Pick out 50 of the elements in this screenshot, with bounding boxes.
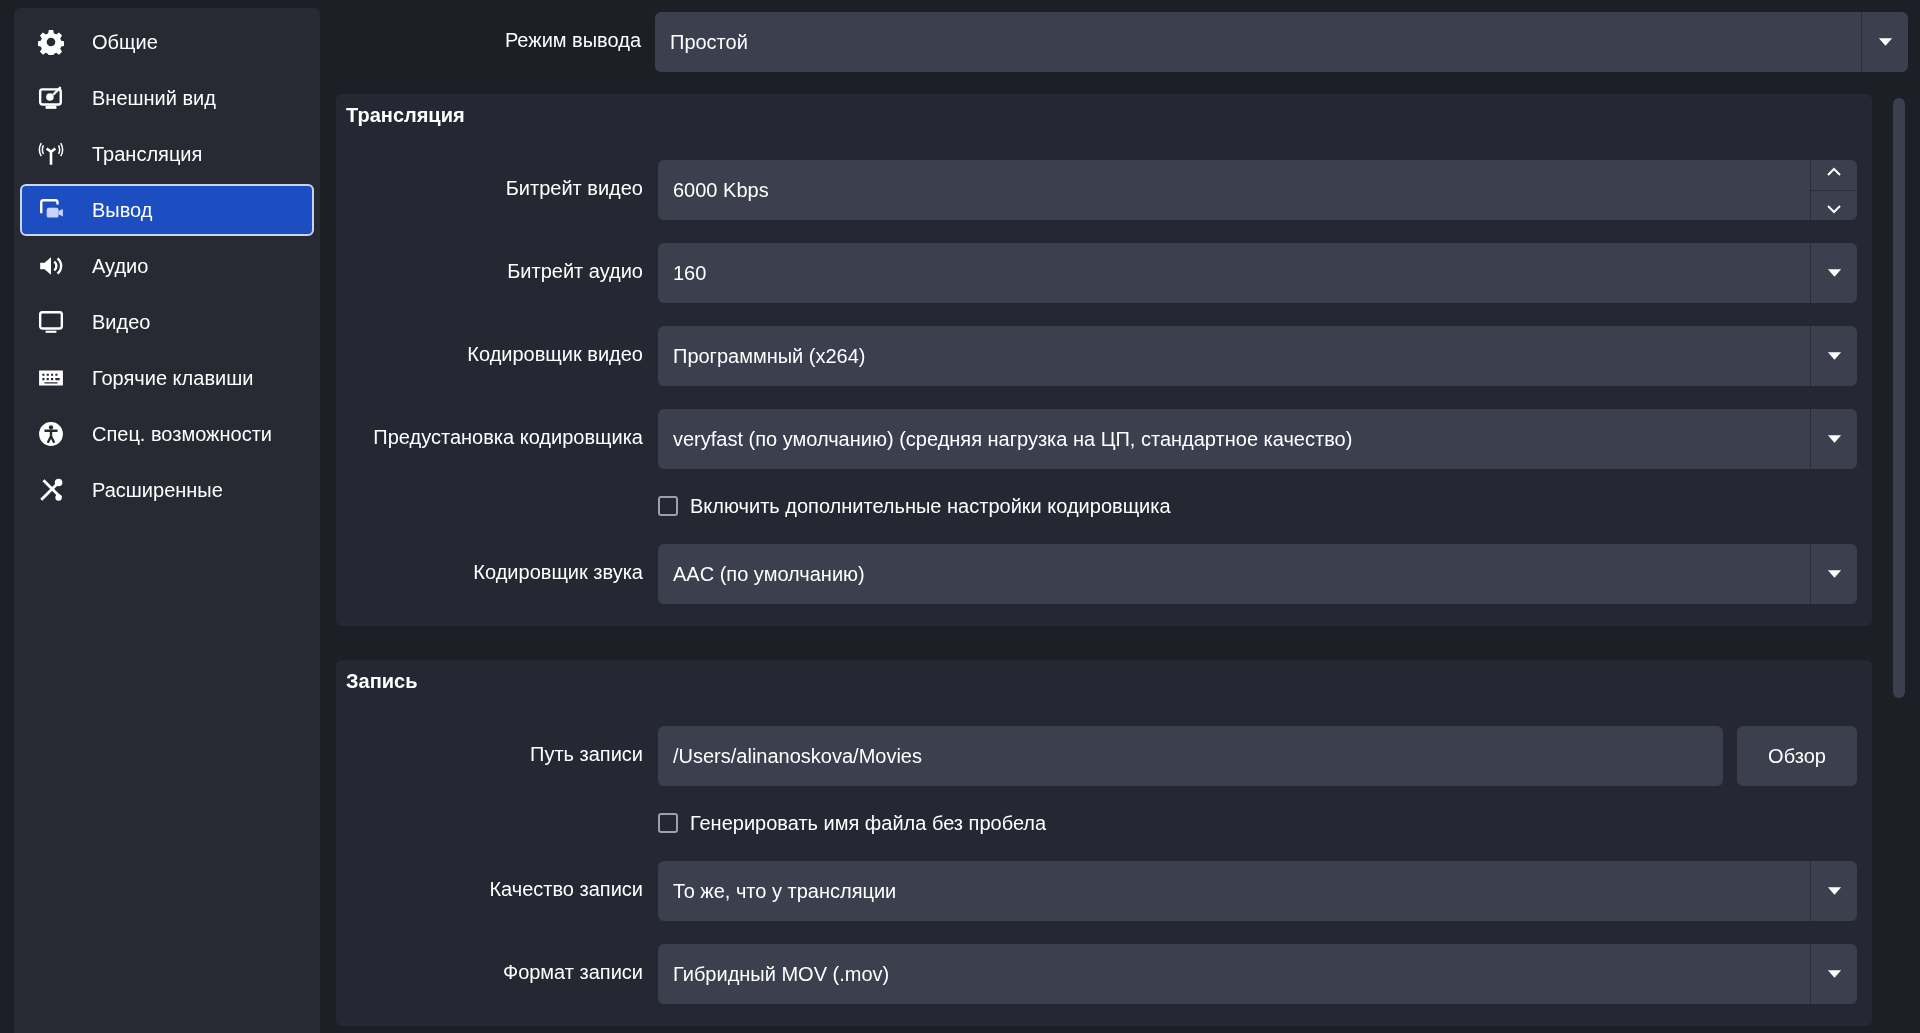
chevron-down-icon[interactable] — [1826, 203, 1842, 214]
path-field[interactable]: /Users/alinanoskova/Movies — [658, 726, 1723, 786]
sidebar-item[interactable]: Трансляция — [20, 128, 314, 180]
checkbox-option[interactable]: Генерировать имя файла без пробела — [658, 811, 1047, 835]
caret-icon — [1877, 37, 1893, 47]
caret-icon — [1826, 434, 1842, 444]
dropdown[interactable]: veryfast (по умолчанию) (средняя нагрузка на ЦП, стандартное качество) — [658, 409, 1857, 469]
sidebar-item[interactable]: Внешний вид — [20, 72, 314, 124]
dropdown[interactable]: Программный (x264) — [658, 326, 1857, 386]
caret-icon — [1826, 886, 1842, 896]
checkbox-option[interactable]: Включить дополнительные настройки кодировщика — [658, 494, 1171, 518]
chevron-up-icon[interactable] — [1826, 166, 1842, 177]
accessibility-icon — [38, 421, 64, 447]
sidebar-item[interactable]: Вывод — [20, 184, 314, 236]
field-label: Режим вывода — [503, 28, 641, 53]
sidebar-item[interactable]: Спец. возможности — [20, 408, 314, 460]
group-title: Трансляция — [346, 103, 465, 127]
monitor-icon — [38, 309, 64, 335]
field-label: Битрейт аудио — [507, 259, 643, 282]
sidebar-item[interactable]: Общие — [20, 16, 314, 68]
field-label: Формат записи — [502, 960, 643, 983]
monitor-brush-icon — [38, 85, 64, 111]
field-label: Путь записи — [530, 742, 643, 765]
sidebar-item[interactable]: Горячие клавиши — [20, 352, 314, 404]
dropdown[interactable]: Гибридный MOV (.mov) — [658, 944, 1857, 1004]
sidebar-item[interactable]: Расширенные — [20, 464, 314, 516]
output-mode-dropdown[interactable]: Простой — [655, 12, 1908, 72]
caret-icon — [1826, 268, 1842, 278]
field-label: Кодировщик видео — [467, 342, 643, 365]
dropdown[interactable]: 160 — [658, 243, 1857, 303]
sidebar-item[interactable]: Видео — [20, 296, 314, 348]
field-label: Кодировщик звука — [473, 560, 643, 583]
antenna-icon — [38, 141, 64, 167]
caret-icon — [1826, 969, 1842, 979]
field-label: Предустановка кодировщика — [373, 425, 643, 448]
dropdown[interactable]: То же, что у трансляции — [658, 861, 1857, 921]
checkbox[interactable] — [658, 813, 678, 833]
tools-icon — [38, 477, 64, 503]
field-label: Качество записи — [489, 877, 643, 900]
spin-box[interactable]: 6000 Kbps — [658, 160, 1857, 220]
gear-icon — [38, 29, 64, 55]
scrollbar-thumb[interactable] — [1893, 98, 1905, 698]
sidebar-item[interactable]: Аудио — [20, 240, 314, 292]
field-label: Битрейт видео — [505, 176, 643, 199]
browse-button[interactable]: Обзор — [1737, 726, 1857, 786]
dropdown[interactable]: AAC (по умолчанию) — [658, 544, 1857, 604]
checkbox[interactable] — [658, 496, 678, 516]
group-title: Запись — [346, 669, 418, 693]
caret-icon — [1826, 351, 1842, 361]
caret-icon — [1826, 569, 1842, 579]
